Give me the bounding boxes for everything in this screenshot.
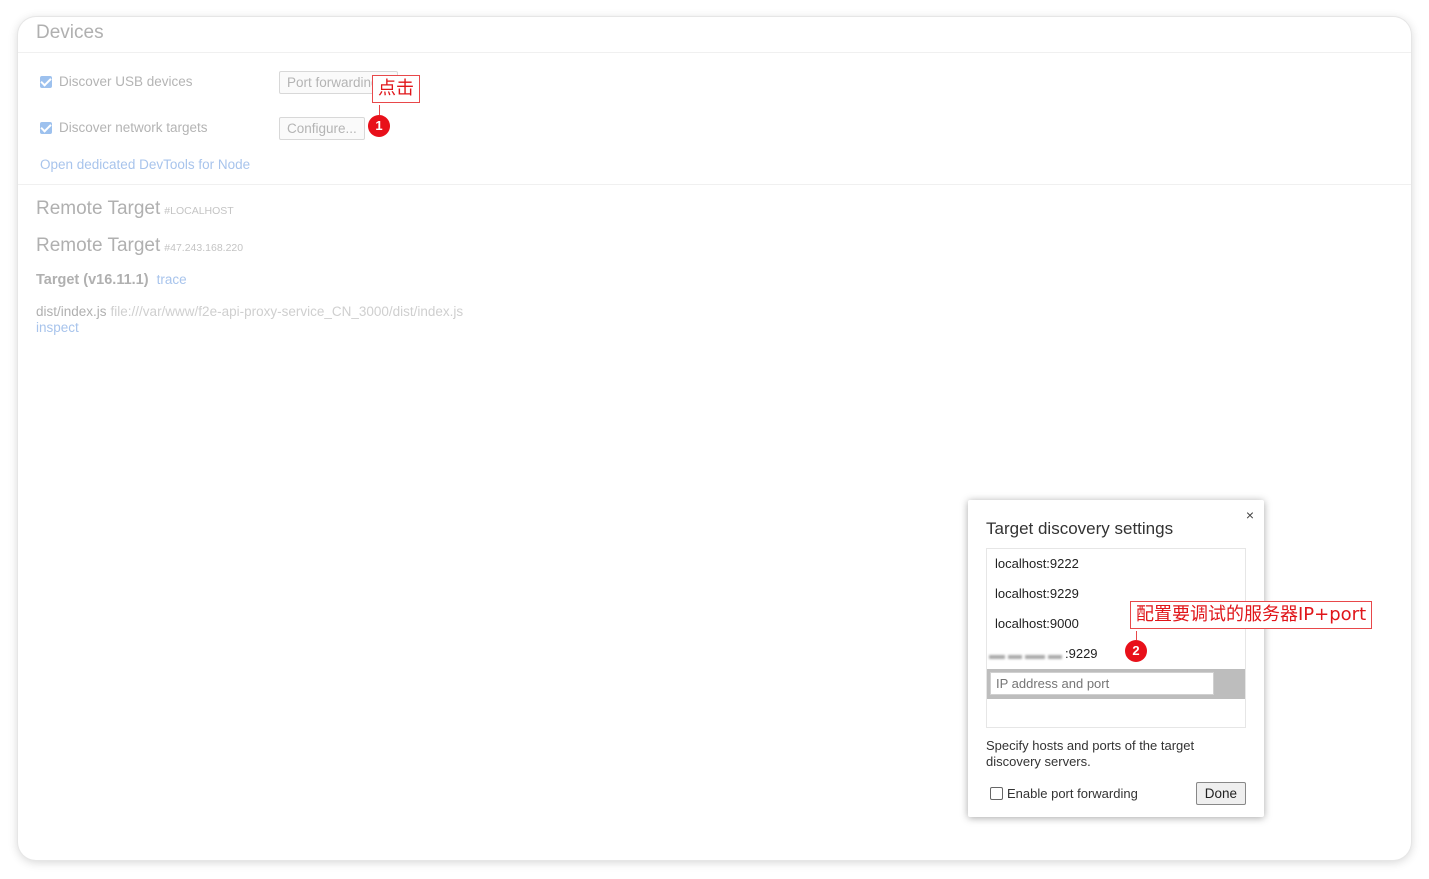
dialog-help-text: Specify hosts and ports of the target di… <box>986 738 1195 769</box>
target-name: Target (v16.11.1) <box>36 272 149 288</box>
inspect-link[interactable]: inspect <box>36 320 79 335</box>
remote-target-ip: Remote Target #47.243.168.220 <box>36 235 243 257</box>
done-button[interactable]: Done <box>1195 782 1246 805</box>
annotation-number-2: 2 <box>1125 640 1147 662</box>
trace-link[interactable]: trace <box>157 272 187 287</box>
new-entry-row <box>987 669 1245 699</box>
list-item[interactable]: localhost:9000 <box>995 616 1079 631</box>
list-item[interactable]: localhost:9229 <box>995 586 1079 601</box>
remote-target-title: Remote Target <box>36 235 161 256</box>
annotation-number-1: 1 <box>368 115 390 137</box>
discover-network-checkbox[interactable] <box>40 121 52 134</box>
discover-network-label: Discover network targets <box>59 120 208 135</box>
blurred-ip <box>989 647 1065 662</box>
divider <box>18 184 1411 185</box>
divider <box>18 52 1411 53</box>
devtools-inspect-window: Devices Discover USB devices Port forwar… <box>18 17 1411 860</box>
discover-usb-checkbox[interactable] <box>40 75 52 88</box>
remote-target-localhost: Remote Target #LOCALHOST <box>36 198 234 220</box>
target-file-row: dist/index.js file:///var/www/f2e-api-pro… <box>36 304 463 319</box>
target-path: file:///var/www/f2e-api-proxy-service_CN… <box>110 304 464 319</box>
annotation-click-label: 点击 <box>372 75 420 103</box>
list-item-blurred[interactable]: :9229 <box>989 646 1098 662</box>
remote-target-title: Remote Target <box>36 198 161 219</box>
close-icon[interactable]: × <box>1246 507 1254 523</box>
target-file: dist/index.js <box>36 304 107 319</box>
remote-target-host: #LOCALHOST <box>164 205 234 217</box>
enable-port-forwarding-row[interactable]: Enable port forwarding <box>990 786 1138 801</box>
discover-usb-label: Discover USB devices <box>59 74 193 89</box>
annotation-config-label: 配置要调试的服务器IP+port <box>1130 601 1373 629</box>
ip-address-input[interactable] <box>990 672 1214 695</box>
annotation-connector <box>379 105 380 115</box>
target-discovery-dialog: Target discovery settings × localhost:92… <box>968 500 1264 817</box>
discovery-server-list: localhost:9222 localhost:9229 localhost:… <box>986 548 1246 728</box>
list-item[interactable]: localhost:9222 <box>995 556 1079 571</box>
enable-port-forwarding-checkbox[interactable] <box>990 787 1003 800</box>
configure-button[interactable]: Configure... <box>279 117 365 140</box>
remote-target-host: #47.243.168.220 <box>164 242 244 254</box>
discover-network-row[interactable]: Discover network targets <box>40 120 208 135</box>
dialog-title: Target discovery settings <box>986 519 1174 538</box>
annotation-connector <box>1136 631 1137 640</box>
devices-section-title: Devices <box>36 22 104 43</box>
target-header: Target (v16.11.1) trace <box>36 272 187 288</box>
enable-port-forwarding-label: Enable port forwarding <box>1007 786 1138 801</box>
open-node-devtools-link[interactable]: Open dedicated DevTools for Node <box>40 157 250 172</box>
blurred-entry-port: :9229 <box>1065 646 1098 661</box>
discover-usb-row[interactable]: Discover USB devices <box>40 74 193 89</box>
